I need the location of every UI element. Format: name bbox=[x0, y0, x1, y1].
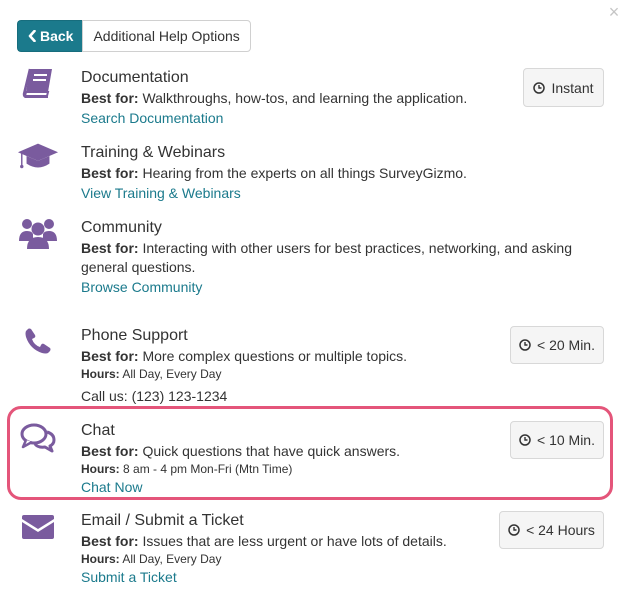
submit-ticket-link[interactable]: Submit a Ticket bbox=[81, 567, 501, 587]
clock-icon bbox=[508, 524, 520, 536]
close-icon[interactable]: × bbox=[604, 2, 624, 22]
clock-icon bbox=[533, 81, 546, 94]
hours-text: Hours: All Day, Every Day bbox=[81, 367, 222, 381]
envelope-icon bbox=[17, 514, 59, 540]
chevron-left-icon bbox=[28, 30, 36, 42]
clock-icon bbox=[519, 339, 531, 351]
item-title: Documentation bbox=[81, 69, 189, 86]
call-us-text: Call us: (123) 123-1234 bbox=[81, 388, 228, 404]
best-for-text: Best for: Quick questions that have quic… bbox=[81, 443, 401, 459]
response-time-badge: < 10 Min. bbox=[510, 421, 604, 459]
item-title: Community bbox=[81, 219, 162, 236]
item-title: Phone Support bbox=[81, 327, 188, 344]
item-title: Chat bbox=[81, 422, 115, 439]
users-icon bbox=[17, 216, 59, 250]
best-for-text: Best for: More complex questions or mult… bbox=[81, 348, 408, 364]
back-button[interactable]: Back bbox=[17, 20, 83, 52]
response-time-badge: < 24 Hours bbox=[499, 511, 604, 549]
chat-now-link[interactable]: Chat Now bbox=[81, 477, 501, 497]
item-title: Email / Submit a Ticket bbox=[81, 512, 244, 529]
search-documentation-link[interactable]: Search Documentation bbox=[81, 108, 501, 128]
back-button-label: Back bbox=[40, 28, 74, 44]
header-button-group: Back Additional Help Options bbox=[17, 20, 251, 52]
item-title: Training & Webinars bbox=[81, 144, 226, 161]
hours-text: Hours: 8 am - 4 pm Mon-Fri (Mtn Time) bbox=[81, 462, 293, 476]
response-time-badge: < 20 Min. bbox=[510, 326, 604, 364]
dialog-title: Additional Help Options bbox=[82, 20, 251, 52]
hours-text: Hours: All Day, Every Day bbox=[81, 552, 222, 566]
best-for-text: Best for: Issues that are less urgent or… bbox=[81, 533, 447, 549]
view-training-link[interactable]: View Training & Webinars bbox=[81, 183, 501, 203]
graduation-cap-icon bbox=[17, 142, 59, 172]
chat-bubbles-icon bbox=[17, 423, 59, 453]
best-for-text: Best for: Interacting with other users f… bbox=[81, 240, 573, 275]
book-icon bbox=[17, 68, 59, 98]
phone-icon bbox=[17, 327, 59, 355]
response-time-badge: Instant bbox=[523, 68, 604, 107]
best-for-text: Best for: Walkthroughs, how-tos, and lea… bbox=[81, 90, 468, 106]
clock-icon bbox=[519, 434, 531, 446]
best-for-text: Best for: Hearing from the experts on al… bbox=[81, 165, 467, 181]
browse-community-link[interactable]: Browse Community bbox=[81, 277, 581, 297]
